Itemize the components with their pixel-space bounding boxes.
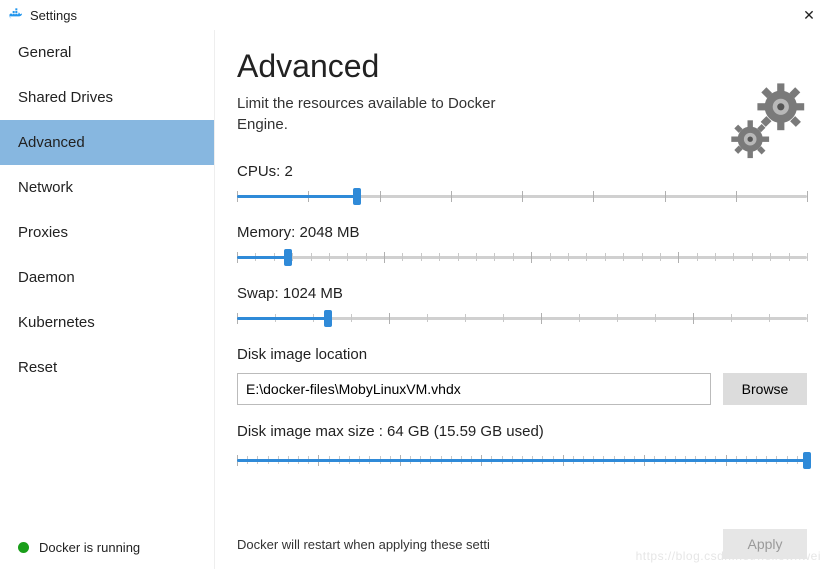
disk-path-input[interactable] (237, 373, 711, 405)
apply-button[interactable]: Apply (723, 529, 807, 559)
disk-size-label: Disk image max size : 64 GB (15.59 GB us… (237, 423, 807, 440)
page-title: Advanced (237, 48, 807, 85)
swap-label: Swap: 1024 MB (237, 285, 807, 302)
status-bar: Docker is running (0, 526, 214, 569)
disk-location-label: Disk image location (237, 346, 807, 363)
browse-button[interactable]: Browse (723, 373, 807, 405)
sidebar-item-kubernetes[interactable]: Kubernetes (0, 300, 214, 345)
memory-label: Memory: 2048 MB (237, 224, 807, 241)
sidebar: General Shared Drives Advanced Network P… (0, 30, 215, 569)
gears-icon (725, 78, 815, 168)
restart-note: Docker will restart when applying these … (237, 537, 490, 552)
sidebar-label: Kubernetes (18, 314, 95, 331)
cpus-slider[interactable] (237, 186, 807, 206)
titlebar: Settings ✕ (0, 0, 837, 30)
swap-slider[interactable] (237, 308, 807, 328)
cpus-slider-block: CPUs: 2 (237, 163, 807, 206)
cpus-label: CPUs: 2 (237, 163, 807, 180)
status-dot-icon (18, 542, 29, 553)
sidebar-item-network[interactable]: Network (0, 165, 214, 210)
sidebar-item-reset[interactable]: Reset (0, 345, 214, 390)
memory-slider[interactable] (237, 247, 807, 267)
sidebar-item-advanced[interactable]: Advanced (0, 120, 214, 165)
sidebar-item-proxies[interactable]: Proxies (0, 210, 214, 255)
sidebar-label: Daemon (18, 269, 75, 286)
sidebar-item-daemon[interactable]: Daemon (0, 255, 214, 300)
swap-slider-block: Swap: 1024 MB (237, 285, 807, 328)
sidebar-label: Shared Drives (18, 89, 113, 106)
window-title: Settings (30, 8, 77, 23)
sidebar-item-shared-drives[interactable]: Shared Drives (0, 75, 214, 120)
content-pane: Advanced Limit the resources available t… (215, 30, 837, 569)
sidebar-label: Network (18, 179, 73, 196)
sidebar-label: Proxies (18, 224, 68, 241)
page-subtitle: Limit the resources available to Docker … (237, 93, 537, 135)
close-button[interactable]: ✕ (789, 0, 829, 30)
sidebar-label: General (18, 44, 71, 61)
sidebar-label: Advanced (18, 134, 85, 151)
disk-size-slider[interactable] (237, 450, 807, 470)
sidebar-item-general[interactable]: General (0, 30, 214, 75)
close-icon: ✕ (803, 7, 815, 24)
memory-slider-block: Memory: 2048 MB (237, 224, 807, 267)
docker-icon (8, 7, 24, 23)
status-text: Docker is running (39, 540, 140, 555)
sidebar-label: Reset (18, 359, 57, 376)
